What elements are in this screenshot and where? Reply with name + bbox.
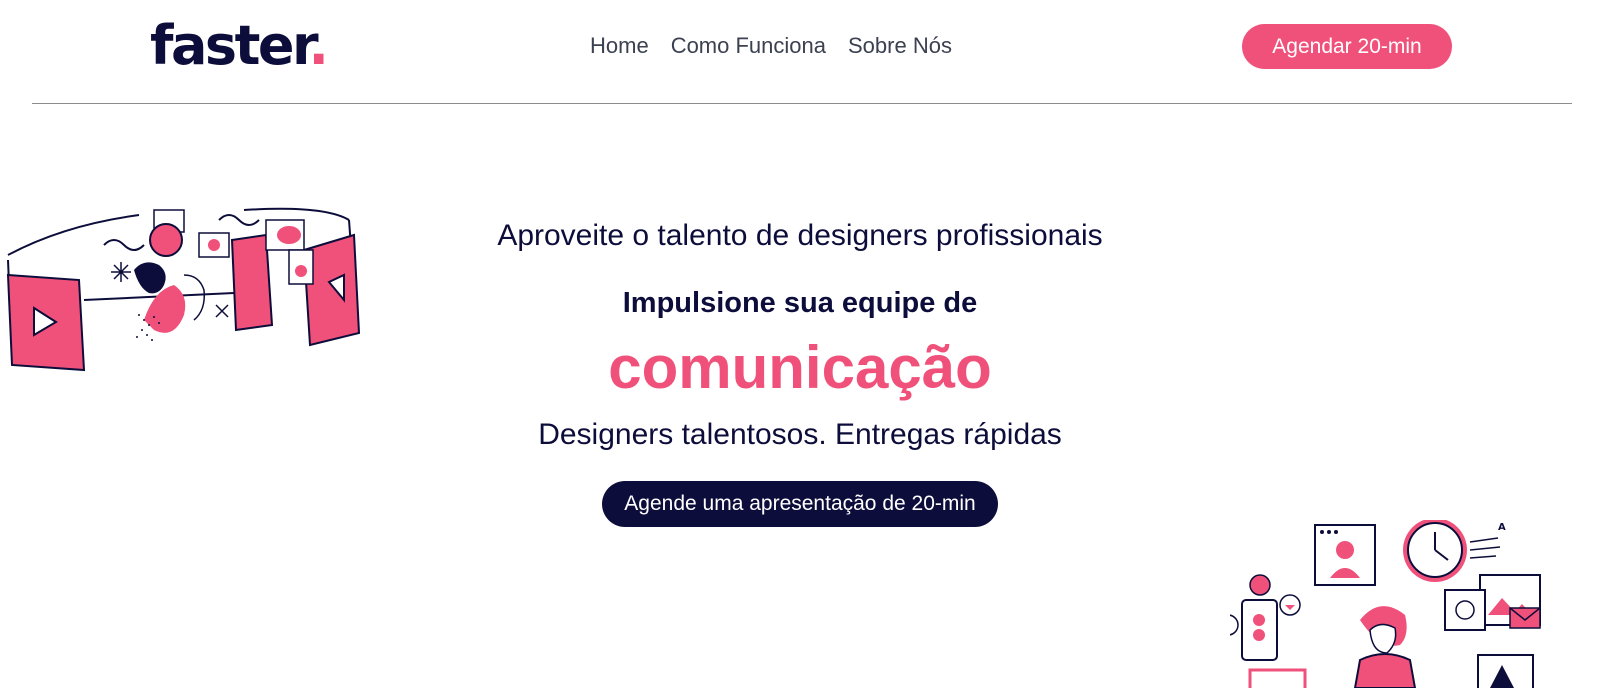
header-divider bbox=[32, 103, 1572, 104]
nav-link-sobre-nos[interactable]: Sobre Nós bbox=[848, 32, 952, 60]
hero-tagline: Aproveite o talento de designers profiss… bbox=[497, 219, 1103, 252]
video-team-illustration bbox=[6, 207, 361, 372]
illustration-glyph: A bbox=[1498, 522, 1506, 533]
main-nav: Home Como Funciona Sobre Nós bbox=[590, 32, 952, 60]
hero-section: Aproveite o talento de designers profiss… bbox=[400, 215, 1200, 527]
site-header: faster. Home Como Funciona Sobre Nós Age… bbox=[0, 0, 1600, 104]
hero-highlight: comunicação bbox=[608, 334, 992, 401]
design-tools-illustration: A bbox=[1230, 520, 1541, 688]
schedule-button[interactable]: Agendar 20-min bbox=[1242, 24, 1452, 69]
brand-logo-dot: . bbox=[308, 14, 329, 77]
nav-link-home[interactable]: Home bbox=[590, 32, 649, 60]
schedule-demo-button[interactable]: Agende uma apresentação de 20-min bbox=[602, 481, 998, 527]
nav-link-como-funciona[interactable]: Como Funciona bbox=[671, 32, 826, 60]
hero-headline: Impulsione sua equipe de bbox=[622, 287, 978, 319]
hero-subline: Designers talentosos. Entregas rápidas bbox=[538, 418, 1062, 451]
brand-logo-text: faster bbox=[150, 14, 311, 77]
brand-logo[interactable]: faster. bbox=[150, 14, 329, 78]
